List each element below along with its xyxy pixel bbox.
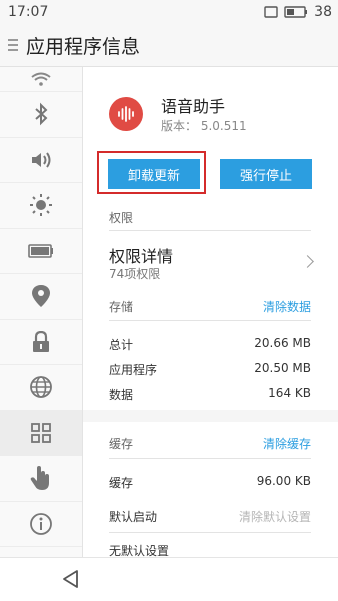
sim-icon (264, 6, 278, 18)
hand-gesture-icon (30, 465, 52, 491)
clear-cache-button[interactable]: 清除缓存 (263, 435, 311, 452)
storage-section-label: 存储 (109, 300, 134, 314)
apps-grid-icon (30, 422, 52, 444)
divider (109, 458, 311, 459)
clear-defaults-button[interactable]: 清除默认设置 (239, 508, 311, 525)
sidebar-item-battery[interactable] (0, 229, 82, 274)
voice-assistant-app-icon (109, 97, 143, 131)
globe-icon (29, 375, 53, 399)
menu-icon[interactable] (8, 36, 20, 54)
brightness-icon (29, 193, 53, 217)
sidebar-item-gestures[interactable] (0, 456, 82, 502)
location-icon (31, 284, 51, 308)
battery-level: 38 (314, 4, 332, 20)
sidebar-item-sound[interactable] (0, 138, 82, 183)
status-bar: 17:07 38 (0, 0, 338, 24)
section-spacer (83, 410, 338, 422)
no-defaults-label: 无默认设置 (109, 544, 170, 557)
sidebar-item-wifi[interactable] (0, 67, 82, 92)
divider (109, 230, 311, 231)
info-icon (29, 512, 53, 536)
status-time: 17:07 (8, 4, 49, 20)
back-icon[interactable] (60, 568, 82, 594)
app-version: 版本： 5.0.511 (161, 119, 247, 133)
permission-details-title: 权限详情 (109, 247, 174, 266)
sidebar-item-apps[interactable] (0, 410, 82, 456)
sidebar-item-location[interactable] (0, 274, 82, 320)
row-label: 应用程序 (109, 363, 158, 377)
speaker-icon (29, 150, 53, 170)
app-name: 语音助手 (161, 97, 226, 116)
status-indicators: 38 (264, 4, 332, 20)
force-stop-button[interactable]: 强行停止 (220, 159, 312, 189)
row-value: 20.66 MB (254, 336, 311, 350)
permission-count: 74项权限 (109, 267, 161, 281)
cache-section-label: 缓存 (109, 437, 134, 451)
row-value: 96.00 KB (256, 474, 311, 488)
row-label: 总计 (109, 338, 134, 352)
bluetooth-icon (33, 102, 49, 126)
lock-icon (32, 330, 50, 353)
sidebar-item-display[interactable] (0, 183, 82, 229)
app-info-panel: 语音助手 版本： 5.0.511 卸载更新 强行停止 权限 权限详情 74项权限… (83, 67, 338, 557)
chevron-right-icon (301, 255, 314, 268)
divider (109, 532, 311, 533)
sidebar-item-language[interactable] (0, 365, 82, 411)
row-value: 20.50 MB (254, 361, 311, 375)
row-value: 164 KB (268, 386, 311, 400)
clear-data-button[interactable]: 清除数据 (263, 298, 311, 315)
page-title: 应用程序信息 (26, 36, 141, 58)
sidebar-item-security[interactable] (0, 320, 82, 365)
uninstall-updates-button[interactable]: 卸载更新 (108, 159, 200, 189)
title-bar: 应用程序信息 (0, 24, 338, 67)
sidebar-item-about[interactable] (0, 502, 82, 547)
battery-icon (28, 243, 54, 258)
sidebar-item-bluetooth[interactable] (0, 92, 82, 138)
wifi-icon (30, 72, 52, 86)
navigation-bar (0, 557, 338, 601)
battery-status-icon (284, 6, 308, 18)
row-label: 数据 (109, 388, 134, 402)
divider (109, 320, 311, 321)
settings-sidebar (0, 67, 83, 557)
permissions-section-label: 权限 (109, 211, 134, 225)
default-launch-label: 默认启动 (109, 510, 158, 524)
row-label: 缓存 (109, 476, 134, 490)
